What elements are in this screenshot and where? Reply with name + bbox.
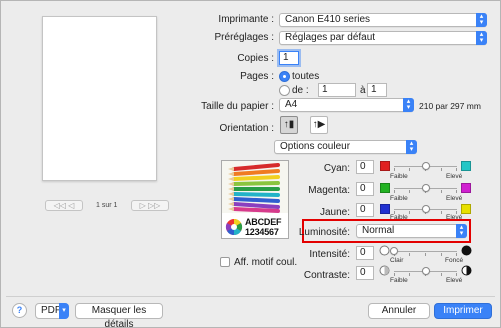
contrast-slider[interactable]: [394, 267, 457, 276]
section-popup-value: Options couleur: [280, 141, 351, 152]
brightness-label: Luminosité:: [298, 227, 350, 238]
copies-field[interactable]: 1: [279, 51, 299, 65]
show-pattern-label: Aff. motif coul.: [234, 257, 298, 268]
chevron-down-icon: ▾: [59, 303, 69, 319]
dark-circle-icon: [461, 245, 472, 256]
intensity-field[interactable]: 0: [356, 246, 374, 260]
colored-pencils-icon: [222, 161, 288, 213]
magenta-field[interactable]: 0: [356, 182, 374, 196]
contrast-right-caption: Elevé: [446, 277, 463, 284]
magenta-left-caption: Faible: [390, 195, 408, 202]
copies-label: Copies :: [237, 53, 274, 64]
yellow-label: Jaune:: [319, 207, 350, 218]
contrast-left-caption: Faible: [390, 277, 408, 284]
pages-all-radio[interactable]: [279, 71, 290, 82]
stepper-arrows-icon: ▴ ▾: [476, 31, 487, 45]
magenta-high-swatch: [461, 183, 471, 193]
paper-size-popup[interactable]: A4 ▴ ▾: [279, 98, 414, 112]
color-sample-thumbnail: ABCDEF 1234567: [221, 160, 289, 239]
magenta-slider[interactable]: [394, 184, 457, 193]
hide-details-button[interactable]: Masquer les détails: [75, 303, 163, 328]
magenta-label: Magenta:: [308, 185, 350, 196]
yellow-slider-thumb[interactable]: [421, 205, 430, 213]
high-contrast-icon: [461, 265, 472, 276]
cyan-left-caption: Faible: [390, 173, 408, 180]
intensity-label: Intensité:: [309, 249, 350, 260]
print-button[interactable]: Imprimer: [434, 303, 492, 319]
pages-all-label: toutes: [292, 71, 320, 82]
intensity-right-caption: Foncé: [445, 257, 464, 264]
pages-from-field[interactable]: 1: [318, 83, 356, 97]
page-indicator: 1 sur 1: [96, 202, 118, 209]
yellow-low-swatch: [380, 204, 390, 214]
intensity-slider-thumb[interactable]: [390, 247, 398, 255]
sample-text-letters: ABCDEF: [245, 217, 282, 227]
color-wheel-icon: [225, 218, 243, 236]
pdf-menu-button[interactable]: PDF ▾: [35, 303, 69, 319]
cancel-button[interactable]: Annuler: [368, 303, 430, 319]
cyan-field[interactable]: 0: [356, 160, 374, 174]
pages-label: Pages :: [240, 71, 274, 82]
paper-size-dims: 210 par 297 mm: [419, 101, 481, 111]
print-dialog: ◁◁ ◁ 1 sur 1 ▷ ▷▷ Imprimante : Canon E41…: [0, 0, 501, 328]
light-circle-icon: [379, 245, 390, 256]
brightness-popup[interactable]: Normal ▴ ▾: [356, 224, 467, 238]
stepper-arrows-icon: ▴ ▾: [403, 98, 414, 112]
magenta-slider-thumb[interactable]: [421, 184, 430, 192]
magenta-low-swatch: [380, 183, 390, 193]
orientation-label: Orientation :: [219, 123, 274, 134]
cyan-right-caption: Elevé: [446, 173, 463, 180]
landscape-orientation-icon[interactable]: ↑▶: [310, 116, 328, 134]
pages-to-field[interactable]: 1: [367, 83, 387, 97]
sample-text-digits: 1234567: [245, 227, 279, 237]
intensity-left-caption: Clair: [390, 257, 404, 264]
printer-value: Canon E410 series: [285, 14, 371, 25]
next-last-page-button[interactable]: ▷ ▷▷: [131, 200, 169, 211]
page-preview: [42, 16, 157, 181]
cyan-label: Cyan:: [323, 163, 350, 174]
first-prev-page-button[interactable]: ◁◁ ◁: [45, 200, 83, 211]
cyan-high-swatch: [461, 161, 471, 171]
pages-range-radio[interactable]: [279, 85, 290, 96]
portrait-orientation-icon[interactable]: ↑▮: [280, 116, 298, 134]
intensity-slider[interactable]: [390, 247, 457, 256]
stepper-arrows-icon: ▴ ▾: [406, 140, 417, 154]
cyan-slider-thumb[interactable]: [421, 162, 430, 170]
brightness-value: Normal: [362, 225, 395, 236]
footer-divider: [6, 296, 495, 297]
paper-size-value: A4: [285, 99, 298, 110]
presets-value: Réglages par défaut: [285, 32, 376, 43]
printer-label: Imprimante :: [218, 14, 274, 25]
yellow-slider[interactable]: [394, 205, 457, 214]
show-pattern-checkbox[interactable]: [220, 257, 230, 267]
magenta-right-caption: Elevé: [446, 195, 463, 202]
yellow-high-swatch: [461, 204, 471, 214]
pages-from-label: de :: [292, 85, 309, 96]
presets-label: Préréglages :: [214, 32, 274, 43]
paper-size-label: Taille du papier :: [201, 101, 274, 112]
help-button[interactable]: ?: [12, 303, 27, 318]
low-contrast-icon: [379, 265, 390, 276]
cyan-slider[interactable]: [394, 162, 457, 171]
stepper-arrows-icon: ▴ ▾: [456, 224, 467, 238]
stepper-arrows-icon: ▴ ▾: [476, 13, 487, 27]
cyan-low-swatch: [380, 161, 390, 171]
contrast-field[interactable]: 0: [356, 266, 374, 280]
printer-popup[interactable]: Canon E410 series ▴ ▾: [279, 13, 487, 27]
section-popup[interactable]: Options couleur ▴ ▾: [274, 140, 417, 154]
pdf-label: PDF: [41, 305, 61, 316]
contrast-label: Contraste:: [303, 270, 350, 281]
presets-popup[interactable]: Réglages par défaut ▴ ▾: [279, 31, 487, 45]
yellow-field[interactable]: 0: [356, 203, 374, 217]
contrast-slider-thumb[interactable]: [421, 267, 430, 275]
